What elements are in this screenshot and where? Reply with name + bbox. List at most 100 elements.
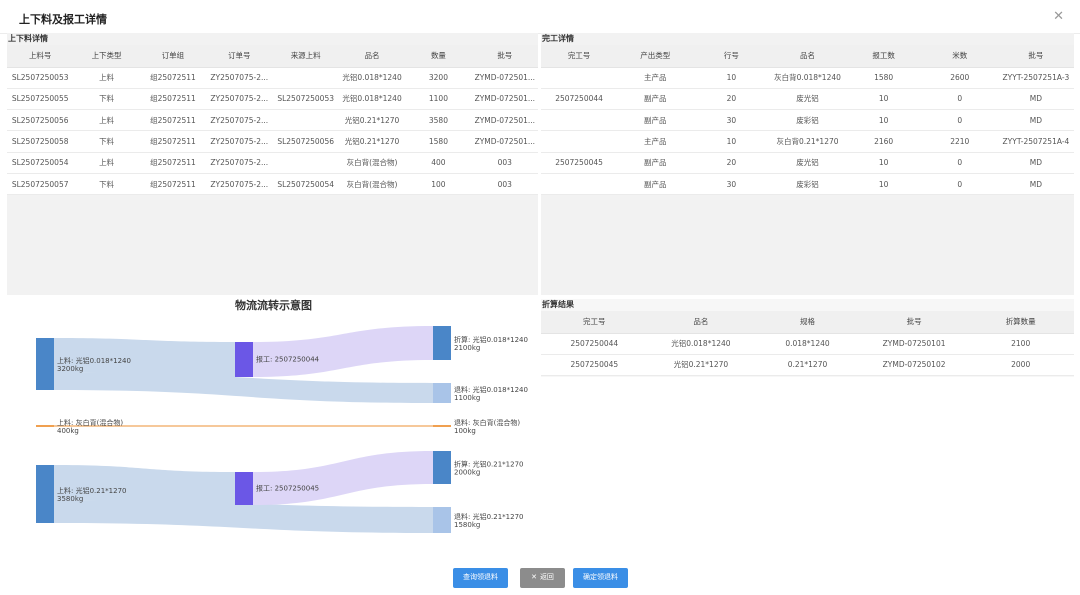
completion-panel-title: 完工详情 (542, 34, 574, 43)
sankey-node-0[interactable] (36, 338, 54, 390)
table-cell: 3200 (405, 67, 472, 89)
sankey-node-5[interactable] (433, 425, 451, 427)
sankey-node-label-1: 报工: 2507250044 (256, 355, 320, 364)
table-row[interactable]: SL2507250057 下料 组25072511 ZY2507075-2... SL2… (7, 173, 538, 196)
confirm-button[interactable]: 确定领退料 (573, 568, 628, 588)
table-cell: 副产品 (617, 109, 694, 132)
completion-col-header: 报工数 (845, 45, 922, 68)
table-cell: 10 (845, 109, 922, 132)
settlement-table: 完工号 品名 规格 批号 折算数量 2507250044 光铝0.018*1240 0.01… (541, 311, 1074, 377)
settlement-col-header: 完工号 (541, 311, 648, 334)
table-cell: 0.21*1270 (754, 354, 861, 377)
table-cell: 组25072511 (139, 173, 207, 196)
sankey-node-2[interactable] (433, 326, 451, 360)
table-cell: SL2507250054 (7, 152, 74, 174)
sankey-node-1[interactable] (235, 342, 253, 377)
table-cell: 副产品 (617, 88, 694, 111)
sankey-node-9[interactable] (433, 507, 451, 533)
table-cell: SL2507250053 (272, 88, 339, 111)
table-row[interactable]: SL2507250058 下料 组25072511 ZY2507075-2... SL2… (7, 130, 538, 153)
material-table: 上料号 上下类型 订单组 订单号 来源上料 品名 数量 批号 SL2507250053 上料 组2… (7, 45, 538, 196)
table-cell: 2507250045 (541, 354, 648, 377)
sankey-node-8[interactable] (433, 451, 451, 484)
table-cell: ZY2507075-2... (206, 152, 273, 174)
sankey-node-3[interactable] (433, 383, 451, 403)
table-cell: 003 (471, 152, 538, 174)
table-cell: 主产品 (617, 67, 694, 89)
back-button[interactable]: ✕ 返回 (520, 568, 565, 588)
table-row[interactable]: SL2507250056 上料 组25072511 ZY2507075-2... 光铝0… (7, 109, 538, 132)
sankey-node-7[interactable] (235, 472, 253, 505)
completion-col-header: 行号 (693, 45, 770, 68)
table-cell: ZYYT-2507251A-4 (997, 130, 1074, 153)
table-cell: 上料 (73, 109, 140, 132)
material-col-header: 上下类型 (73, 45, 140, 68)
table-cell: SL2507250053 (7, 67, 74, 89)
table-row[interactable]: 主产品 10 灰白背0.018*1240 1580 2600 ZYYT-2507251A-… (541, 67, 1074, 89)
table-cell: MD (997, 109, 1074, 132)
table-row[interactable]: 副产品 30 废彩铝 10 0 MD (541, 109, 1074, 132)
table-cell: SL2507250057 (7, 173, 74, 196)
sankey-node-value-0: 3200kg (57, 365, 83, 373)
sankey-link-2 (253, 326, 433, 377)
table-cell: 上料 (73, 67, 140, 89)
table-cell: 副产品 (617, 152, 694, 174)
sankey-node-label-4: 上料: 灰白背(混合物) (57, 418, 123, 427)
completion-col-header: 品名 (769, 45, 846, 68)
sankey-node-label-3: 退料: 光铝0.018*1240 (454, 385, 528, 394)
sankey-node-label-9: 退料: 光铝0.21*1270 (454, 512, 523, 521)
table-row[interactable]: 2507250044 副产品 20 废光铝 10 0 MD (541, 88, 1074, 111)
table-cell: ZYMD-072501... (471, 109, 538, 132)
table-row[interactable]: 2507250044 光铝0.018*1240 0.018*1240 ZYMD-072… (541, 333, 1074, 355)
table-row[interactable]: 副产品 30 废彩铝 10 0 MD (541, 173, 1074, 196)
table-cell: 光铝0.21*1270 (647, 354, 755, 377)
table-row[interactable]: SL2507250055 下料 组25072511 ZY2507075-2... SL2… (7, 88, 538, 111)
table-cell: 20 (693, 88, 770, 111)
table-cell: 10 (845, 88, 922, 111)
table-cell: ZY2507075-2... (206, 88, 273, 111)
table-cell: 上料 (73, 152, 140, 174)
table-cell: MD (997, 173, 1074, 196)
table-row[interactable]: 主产品 10 灰白背0.21*1270 2160 2210 ZYYT-2507251A-4 (541, 130, 1074, 153)
table-row[interactable]: SL2507250054 上料 组25072511 ZY2507075-2... 灰白背… (7, 152, 538, 174)
table-row[interactable]: 2507250045 光铝0.21*1270 0.21*1270 ZYMD-07250… (541, 354, 1074, 377)
table-cell (272, 109, 339, 132)
settlement-col-header: 规格 (754, 311, 861, 334)
table-cell: ZY2507075-2... (206, 67, 273, 89)
sankey-node-4[interactable] (36, 425, 54, 427)
table-row[interactable]: SL2507250053 上料 组25072511 ZY2507075-2... 光铝0… (7, 67, 538, 89)
sankey-node-value-2: 2100kg (454, 344, 480, 352)
dialog-header: 上下料及报工详情 ✕ (0, 0, 1080, 34)
sankey-node-6[interactable] (36, 465, 54, 523)
table-cell: ZYYT-2507251A-3 (997, 67, 1074, 89)
completion-panel: 完工详情 完工号 产出类型 行号 品名 报工数 米数 批号 主产品 10 灰白背0.018*12… (541, 33, 1074, 295)
table-cell: 10 (693, 130, 770, 153)
table-cell (541, 130, 618, 153)
table-cell: 2600 (921, 67, 998, 89)
table-cell: 2100 (967, 333, 1074, 355)
material-col-header: 来源上料 (272, 45, 339, 68)
table-cell: 0 (921, 109, 998, 132)
sankey-node-value-5: 100kg (454, 427, 476, 435)
table-cell: 003 (471, 173, 538, 196)
material-col-header: 订单号 (206, 45, 273, 68)
table-cell: 组25072511 (139, 152, 207, 174)
completion-table: 完工号 产出类型 行号 品名 报工数 米数 批号 主产品 10 灰白背0.018*1240 158… (541, 45, 1074, 196)
completion-col-header: 批号 (997, 45, 1074, 68)
completion-col-header: 完工号 (541, 45, 618, 68)
material-col-header: 品名 (338, 45, 406, 68)
query-button[interactable]: 查询领退料 (453, 568, 508, 588)
table-cell: 废彩铝 (769, 109, 846, 132)
table-cell: 废光铝 (769, 152, 846, 174)
sankey-node-value-9: 1580kg (454, 521, 480, 529)
table-row[interactable]: 2507250045 副产品 20 废光铝 10 0 MD (541, 152, 1074, 174)
table-cell: 2507250045 (541, 152, 618, 174)
sankey-node-label-8: 折算: 光铝0.21*1270 (454, 460, 523, 469)
table-cell: 1100 (405, 88, 472, 111)
table-cell: 10 (845, 152, 922, 174)
close-icon[interactable]: ✕ (1053, 9, 1064, 24)
table-cell (541, 109, 618, 132)
settlement-col-header: 折算数量 (967, 311, 1074, 334)
table-cell: ZY2507075-2... (206, 173, 273, 196)
table-cell: 2507250044 (541, 333, 648, 355)
